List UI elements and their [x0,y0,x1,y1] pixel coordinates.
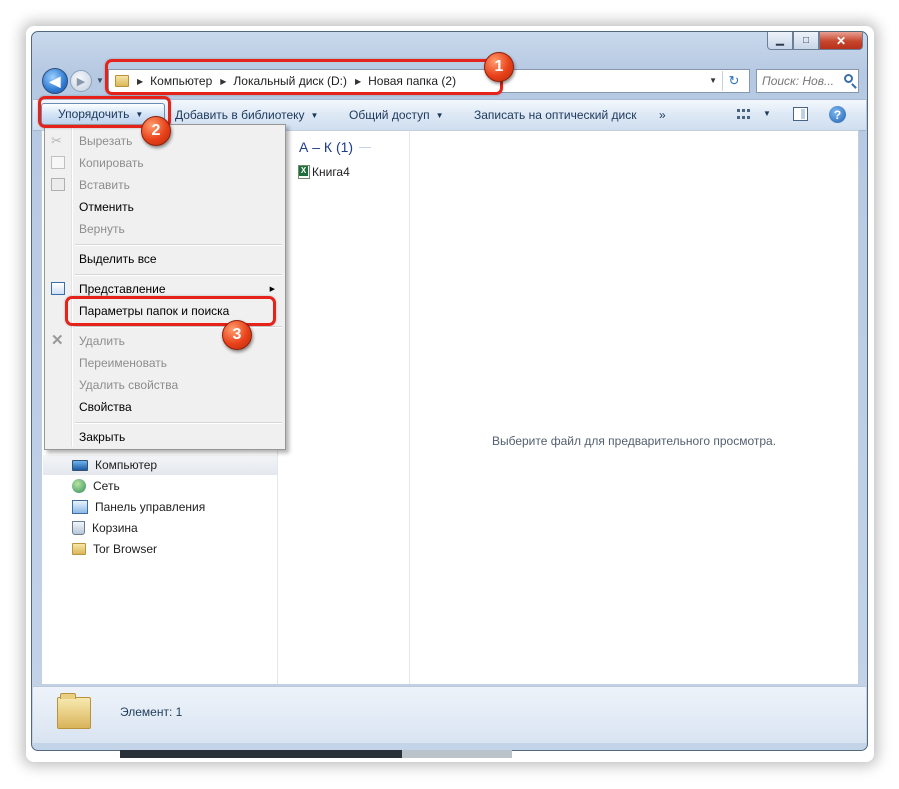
menu-item-select-all[interactable]: Выделить все [79,252,157,266]
details-pane: Элемент: 1 [33,686,866,743]
menu-item-remove-properties[interactable]: Удалить свойства [79,378,178,392]
paste-icon [51,178,65,191]
nav-item-control-panel[interactable]: Панель управления [72,497,205,517]
burn-disc-button[interactable]: Записать на оптический диск [474,105,637,125]
view-options-dropdown[interactable]: ▼ [763,109,771,118]
search-icon[interactable] [844,74,853,83]
forward-button[interactable]: ▶ [70,70,92,92]
menu-item-cut[interactable]: Вырезать [79,134,132,148]
more-commands-button[interactable]: » [659,105,666,125]
refresh-button[interactable]: ↻ [722,71,745,91]
close-icon: ✕ [835,33,847,48]
menu-item-redo[interactable]: Вернуть [79,222,125,236]
back-arrow-icon: ◀ [49,72,61,89]
group-header[interactable]: А – К (1) [299,139,372,155]
chevron-down-icon: ▼ [435,110,444,120]
menu-item-properties[interactable]: Свойства [79,400,132,414]
scissors-icon: ✂ [51,133,62,148]
recent-pages-dropdown[interactable]: ▼ [96,76,104,85]
nav-item-computer[interactable]: Компьютер [43,455,277,475]
add-to-library-button[interactable]: Добавить в библиотеку ▼ [175,105,318,125]
item-count: Элемент: 1 [120,705,183,719]
menu-separator [75,422,282,424]
address-history-dropdown[interactable]: ▼ [709,76,717,85]
menu-item-paste[interactable]: Вставить [79,178,130,192]
nav-item-tor-browser[interactable]: Tor Browser [72,539,157,559]
menu-item-copy[interactable]: Копировать [79,156,144,170]
menu-separator [75,326,282,328]
file-list: А – К (1) Книга4 [278,131,410,684]
maximize-icon: □ [802,34,810,46]
excel-icon [298,165,310,179]
folder-icon [57,693,91,729]
minimize-icon: ▁ [776,34,784,46]
copy-icon [51,156,65,169]
folder-icon [72,543,86,555]
menu-separator [75,244,282,246]
minimize-button[interactable]: ▁ [767,32,793,50]
taskbar-fragment [402,750,512,758]
preview-pane: Выберите файл для предварительного просм… [410,131,858,684]
back-button[interactable]: ◀ [42,68,68,94]
caption-buttons: ▁ □ ✕ [767,32,863,50]
organize-menu: ✂ Вырезать Копировать Вставить Отменить … [44,124,286,450]
maximize-button[interactable]: □ [793,32,819,50]
recycle-bin-icon [72,521,85,535]
menu-item-rename[interactable]: Переименовать [79,356,167,370]
file-name: Книга4 [312,165,350,179]
step-badge-2: 2 [141,116,171,146]
preview-pane-icon[interactable] [793,107,808,121]
help-icon[interactable]: ? [829,106,846,123]
computer-icon [72,459,88,471]
nav-item-recycle-bin[interactable]: Корзина [72,518,138,538]
close-button[interactable]: ✕ [819,32,863,50]
step-badge-3: 3 [222,320,252,350]
search-input[interactable] [762,74,840,88]
refresh-icon: ↻ [728,73,740,88]
menu-item-close[interactable]: Закрыть [79,430,125,444]
menu-item-layout[interactable]: Представление [79,282,166,296]
control-panel-icon [72,500,88,514]
step-badge-1: 1 [484,52,514,82]
menu-separator [75,274,282,276]
preview-message: Выберите файл для предварительного просм… [491,434,777,448]
delete-icon: ✕ [51,332,64,349]
change-view-icon[interactable] [737,109,751,121]
submenu-arrow-icon: ▶ [269,286,275,293]
highlight-address-bar [105,59,503,95]
layout-icon [51,282,65,295]
share-button[interactable]: Общий доступ ▼ [349,105,444,125]
taskbar-fragment [120,750,402,758]
search-box [756,69,859,93]
chevron-down-icon: ▼ [310,110,319,120]
network-icon [72,479,86,493]
file-item[interactable]: Книга4 [298,165,350,179]
nav-item-network[interactable]: Сеть [72,476,120,496]
menu-item-delete[interactable]: Удалить [79,334,125,348]
menu-item-undo[interactable]: Отменить [79,200,134,214]
forward-arrow-icon: ▶ [76,75,86,88]
